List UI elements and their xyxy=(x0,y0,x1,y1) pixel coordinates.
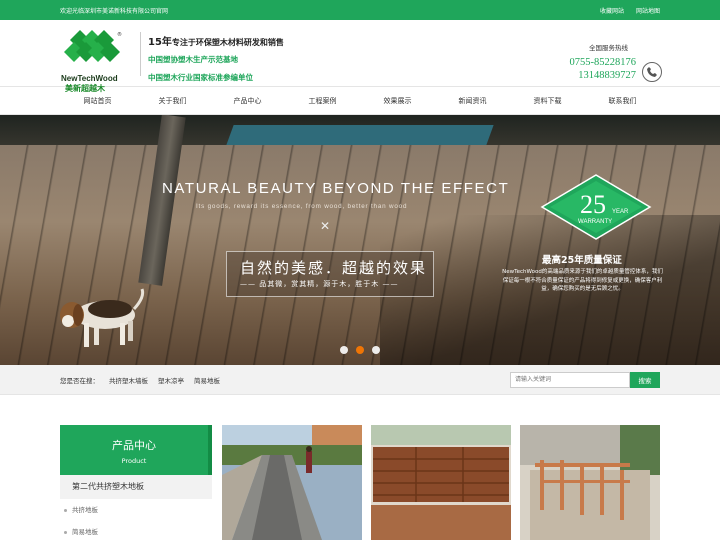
main-nav: 网站首页 关于我们 产品中心 工程案例 效果展示 新闻资讯 资料下载 联系我们 xyxy=(0,86,720,115)
product-thumbnail[interactable] xyxy=(520,425,660,540)
nav-news[interactable]: 新闻资讯 xyxy=(435,87,510,114)
banner-subtitle-cn: —— 品其微，赏其精，源于木，胜于木 —— xyxy=(240,280,399,288)
search-input[interactable] xyxy=(510,371,630,388)
hotline-label: 全国服务热线 xyxy=(589,44,628,52)
logo-text-en: NewTechWood xyxy=(61,74,118,83)
svg-text:25: 25 xyxy=(580,190,606,219)
search-button[interactable]: 搜索 xyxy=(630,371,660,388)
sidebar-title: 产品中心 xyxy=(112,439,156,452)
slogan-line-2: 中国塑协塑木生产示范基地 xyxy=(148,55,238,64)
search-keyword[interactable]: 塑木凉亭 xyxy=(158,375,184,385)
search-bar: 您是否在搜： 共挤塑木墙板 塑木凉亭 简易地板 搜索 xyxy=(0,365,720,395)
nav-contact[interactable]: 联系我们 xyxy=(585,87,660,114)
banner-subtitle-en: Its goods, reward its essence, from wood… xyxy=(196,203,408,210)
site-header: ® NewTechWood 美新超越木 15年专注于环保塑木材料研发和销售 中国… xyxy=(0,20,720,93)
product-sidebar: 产品中心 Product 第二代共挤塑木地板 共挤地板 简易地板 xyxy=(60,425,212,540)
svg-text:WARRANTY: WARRANTY xyxy=(578,219,612,225)
nav-downloads[interactable]: 资料下载 xyxy=(510,87,585,114)
header-divider xyxy=(140,32,141,76)
sidebar-subitem[interactable]: 共挤地板 xyxy=(60,499,212,521)
svg-text:YEAR: YEAR xyxy=(612,209,629,215)
slider-dot-2[interactable] xyxy=(356,346,364,354)
phone-icon xyxy=(642,62,662,82)
dog-image xyxy=(60,288,145,347)
logo-text-cn: 美新超越木 xyxy=(65,84,105,93)
sidebar-subitem[interactable]: 简易地板 xyxy=(60,521,212,540)
sitemap-link[interactable]: 网站地图 xyxy=(636,8,660,15)
pool-image xyxy=(226,125,494,145)
bookmark-link[interactable]: 收藏网站 xyxy=(600,8,624,15)
sidebar-header: 产品中心 Product xyxy=(60,425,212,475)
search-hint-label: 您是否在搜： xyxy=(60,376,99,385)
product-thumbnail[interactable] xyxy=(222,425,362,540)
slogan-line-1: 15年专注于环保塑木材料研发和销售 xyxy=(148,37,284,48)
hero-banner[interactable]: NATURAL BEAUTY BEYOND THE EFFECT Its goo… xyxy=(0,115,720,365)
slider-dot-1[interactable] xyxy=(340,346,348,354)
svg-text:®: ® xyxy=(117,31,122,38)
slogan: 15年专注于环保塑木材料研发和销售 中国塑协塑木生产示范基地 中国塑木行业国家标… xyxy=(148,33,284,90)
top-bar: 欢迎光临深圳市美诺新科技有限公司官网 收藏网站 网站地图 xyxy=(0,0,720,20)
logo-icon[interactable]: ® xyxy=(60,28,132,80)
banner-title-cn: 自然的美感．超越的效果 xyxy=(240,259,428,277)
slogan-line-3: 中国塑木行业国家标准参编单位 xyxy=(148,73,253,82)
hotline-number-1: 0755-85228176 xyxy=(569,57,637,68)
product-thumbnail[interactable] xyxy=(371,425,511,540)
top-links: 收藏网站 网站地图 xyxy=(590,6,660,15)
content-area: 产品中心 Product 第二代共挤塑木地板 共挤地板 简易地板 xyxy=(0,395,720,540)
close-icon: ✕ xyxy=(320,219,331,233)
slider-dots xyxy=(340,346,380,354)
hotline-number-2: 13148839727 xyxy=(578,70,636,81)
sidebar-title-en: Product xyxy=(121,457,147,465)
warranty-badge-icon: 25 YEAR WARRANTY xyxy=(540,174,652,240)
hotline: 全国服务热线 0755-85228176 13148839727 xyxy=(570,42,637,82)
welcome-text: 欢迎光临深圳市美诺新科技有限公司官网 xyxy=(60,7,169,15)
search-keyword[interactable]: 共挤塑木墙板 xyxy=(109,375,148,385)
badge-title: 最高25年质量保证 xyxy=(542,255,622,266)
nav-gallery[interactable]: 效果展示 xyxy=(360,87,435,114)
banner-title-en: NATURAL BEAUTY BEYOND THE EFFECT xyxy=(162,180,510,197)
badge-description: NewTechWood的高端品质来源于我们的卓越质量管控体系，我们保证每一根不符… xyxy=(502,269,663,292)
search-box: 搜索 xyxy=(510,371,660,388)
nav-cases[interactable]: 工程案例 xyxy=(285,87,360,114)
search-keyword[interactable]: 简易地板 xyxy=(194,375,220,385)
slider-dot-3[interactable] xyxy=(372,346,380,354)
nav-products[interactable]: 产品中心 xyxy=(210,87,285,114)
sidebar-category[interactable]: 第二代共挤塑木地板 xyxy=(60,475,212,499)
nav-about[interactable]: 关于我们 xyxy=(135,87,210,114)
